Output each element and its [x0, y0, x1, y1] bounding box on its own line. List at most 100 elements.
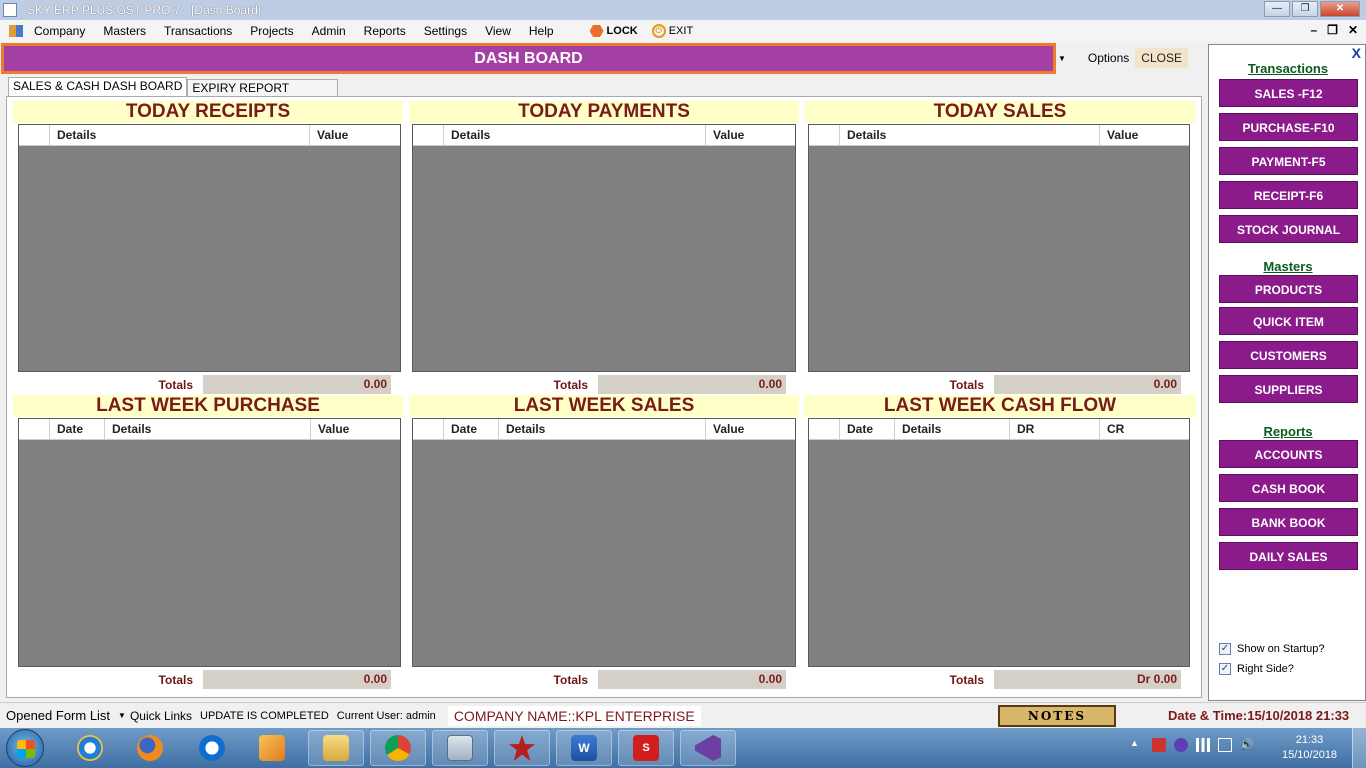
taskbar-word[interactable]: W — [556, 730, 612, 766]
column-header-details[interactable]: Details — [50, 125, 310, 145]
dropdown-arrow-icon[interactable]: ▼ — [1058, 54, 1066, 63]
lock-button[interactable]: LOCK — [589, 25, 638, 37]
column-header[interactable] — [413, 419, 444, 439]
column-header-date[interactable]: Date — [840, 419, 895, 439]
payment-button[interactable]: PAYMENT-F5 — [1219, 147, 1358, 175]
grid-last-week-sales[interactable]: Date Details Value — [412, 418, 796, 667]
column-header-value[interactable]: Value — [706, 419, 795, 439]
column-header-details[interactable]: Details — [444, 125, 706, 145]
menu-company[interactable]: Company — [34, 24, 85, 38]
column-header-details[interactable]: Details — [105, 419, 311, 439]
taskbar-media-player[interactable] — [244, 730, 300, 766]
exit-button[interactable]: ⏻ EXIT — [651, 24, 693, 38]
stock-journal-button[interactable]: STOCK JOURNAL — [1219, 215, 1358, 243]
power-icon: ⏻ — [651, 24, 666, 38]
column-header-date[interactable]: Date — [444, 419, 499, 439]
taskbar-red-app[interactable] — [494, 730, 550, 766]
column-header-details[interactable]: Details — [840, 125, 1100, 145]
mdi-restore-icon[interactable]: ❐ — [1327, 23, 1338, 37]
window-close-button[interactable]: ✕ — [1320, 1, 1360, 17]
signal-icon[interactable] — [1196, 738, 1210, 752]
panel-close-button[interactable]: X — [1352, 45, 1361, 61]
menu-masters[interactable]: Masters — [103, 24, 146, 38]
column-header-date[interactable]: Date — [50, 419, 105, 439]
taskbar-visual-studio[interactable] — [680, 730, 736, 766]
grid-today-sales[interactable]: Details Value — [808, 124, 1190, 372]
minimize-button[interactable]: — — [1264, 1, 1290, 17]
dropdown-arrow-icon[interactable]: ▼ — [118, 711, 126, 720]
taskbar-internet-explorer[interactable] — [62, 730, 118, 766]
mdi-minimize-icon[interactable]: – — [1310, 23, 1317, 37]
tab-expiry-report[interactable]: EXPIRY REPORT — [187, 79, 339, 97]
taskbar-clock[interactable]: 21:33 15/10/2018 — [1282, 733, 1337, 763]
column-header-details[interactable]: Details — [895, 419, 1010, 439]
taskbar-teamviewer[interactable] — [184, 730, 240, 766]
grid-last-week-cash-flow[interactable]: Date Details DR CR — [808, 418, 1190, 667]
volume-icon[interactable]: 🔊 — [1240, 738, 1254, 752]
right-side-checkbox[interactable]: ✓ Right Side? — [1219, 663, 1294, 675]
notes-button[interactable]: NOTES — [998, 705, 1116, 727]
start-button[interactable] — [6, 729, 44, 767]
products-button[interactable]: PRODUCTS — [1219, 275, 1358, 303]
opened-form-list[interactable]: Opened Form List — [6, 708, 110, 723]
grid-last-week-purchase[interactable]: Date Details Value — [18, 418, 401, 667]
taskbar-file-explorer[interactable] — [308, 730, 364, 766]
grid-today-payments[interactable]: Details Value — [412, 124, 796, 372]
tab-sales-cash-dashboard[interactable]: SALES & CASH DASH BOARD — [8, 77, 188, 97]
battery-icon[interactable] — [1218, 738, 1232, 752]
messenger-icon[interactable] — [1174, 738, 1188, 752]
menu-transactions[interactable]: Transactions — [164, 24, 232, 38]
suppliers-button[interactable]: SUPPLIERS — [1219, 375, 1358, 403]
taskbar-firefox[interactable] — [122, 730, 178, 766]
column-header[interactable] — [19, 419, 50, 439]
section-title-masters: Masters — [1263, 259, 1313, 274]
column-header-value[interactable]: Value — [1100, 125, 1189, 145]
column-header[interactable] — [809, 125, 840, 145]
checkbox-check-icon[interactable]: ✓ — [1219, 663, 1231, 675]
options-area: ▼ Options CLOSE — [1058, 46, 1188, 70]
column-header[interactable] — [809, 419, 840, 439]
column-header-value[interactable]: Value — [706, 125, 795, 145]
checkbox-check-icon[interactable]: ✓ — [1219, 643, 1231, 655]
taskbar-chrome[interactable] — [370, 730, 426, 766]
bank-book-button[interactable]: BANK BOOK — [1219, 508, 1358, 536]
menu-help[interactable]: Help — [529, 24, 554, 38]
close-button[interactable]: CLOSE — [1135, 48, 1188, 68]
chrome-icon — [385, 735, 411, 761]
taskbar-calculator[interactable] — [432, 730, 488, 766]
quick-item-button[interactable]: QUICK ITEM — [1219, 307, 1358, 335]
column-header-dr[interactable]: DR — [1010, 419, 1100, 439]
show-on-startup-checkbox[interactable]: ✓ Show on Startup? — [1219, 643, 1324, 655]
menu-admin[interactable]: Admin — [312, 24, 346, 38]
menu-settings[interactable]: Settings — [424, 24, 467, 38]
menu-projects[interactable]: Projects — [250, 24, 293, 38]
purchase-button[interactable]: PURCHASE-F10 — [1219, 113, 1358, 141]
column-header-value[interactable]: Value — [310, 125, 400, 145]
taskbar-sky-erp[interactable]: S — [618, 730, 674, 766]
show-hidden-icons-icon[interactable]: ▲ — [1130, 738, 1144, 752]
receipt-button[interactable]: RECEIPT-F6 — [1219, 181, 1358, 209]
totals-label: Totals — [158, 672, 193, 687]
column-header[interactable] — [413, 125, 444, 145]
customers-button[interactable]: CUSTOMERS — [1219, 341, 1358, 369]
company-name: COMPANY NAME::KPL ENTERPRISE — [447, 705, 701, 726]
grid-today-receipts[interactable]: Details Value — [18, 124, 401, 372]
show-desktop-button[interactable] — [1352, 728, 1366, 768]
menu-reports[interactable]: Reports — [364, 24, 406, 38]
accounts-button[interactable]: ACCOUNTS — [1219, 440, 1358, 468]
options-button[interactable]: Options — [1088, 51, 1129, 65]
column-header-value[interactable]: Value — [311, 419, 400, 439]
column-header-details[interactable]: Details — [499, 419, 706, 439]
column-header-cr[interactable]: CR — [1100, 419, 1189, 439]
daily-sales-button[interactable]: DAILY SALES — [1219, 542, 1358, 570]
sales-button[interactable]: SALES -F12 — [1219, 79, 1358, 107]
restore-button[interactable]: ❐ — [1292, 1, 1318, 17]
network-alert-icon[interactable] — [1152, 738, 1166, 752]
mdi-child-icon[interactable] — [9, 25, 23, 37]
mdi-close-icon[interactable]: ✕ — [1348, 23, 1358, 37]
cash-book-button[interactable]: CASH BOOK — [1219, 474, 1358, 502]
totals-last-week-sales: Totals 0.00 — [412, 670, 786, 689]
quick-links[interactable]: Quick Links — [130, 709, 192, 723]
column-header[interactable] — [19, 125, 50, 145]
menu-view[interactable]: View — [485, 24, 511, 38]
